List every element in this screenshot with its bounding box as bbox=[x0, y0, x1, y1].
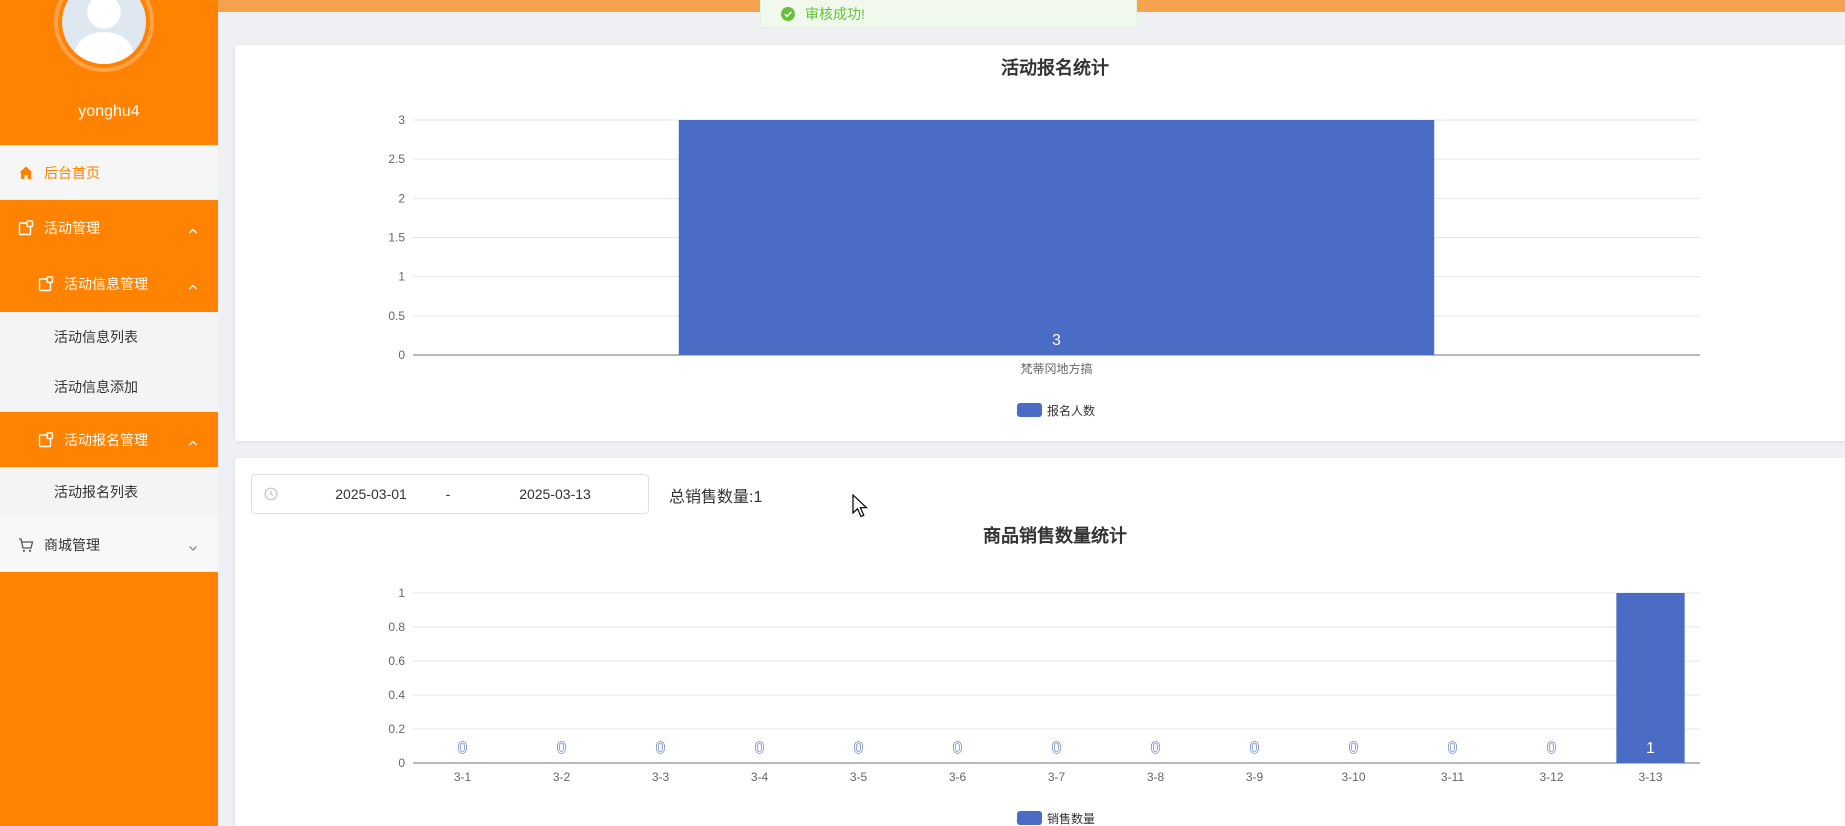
y-tick-label: 0 bbox=[398, 756, 405, 770]
chevron-up-icon bbox=[188, 279, 198, 290]
sidebar-item-home[interactable]: 后台首页 bbox=[0, 145, 218, 200]
total-sales-value: 1 bbox=[753, 489, 763, 506]
sidebar-item-signup-management[interactable]: 活动报名管理 bbox=[0, 412, 218, 467]
total-sales: 总销售数量:1 bbox=[669, 483, 762, 507]
x-tick-label: 3-9 bbox=[1246, 770, 1264, 784]
data-label: 1 bbox=[1646, 740, 1655, 757]
x-tick-label: 3-2 bbox=[553, 770, 571, 784]
sidebar-item-label: 活动信息管理 bbox=[64, 276, 148, 292]
x-tick-label: 3-11 bbox=[1441, 770, 1464, 784]
user-silhouette-icon bbox=[72, 0, 136, 64]
sidebar-item-label: 活动报名管理 bbox=[64, 431, 148, 448]
y-tick-label: 0.8 bbox=[388, 620, 405, 634]
sidebar-item-label: 活动管理 bbox=[44, 220, 100, 236]
date-range-separator: - bbox=[445, 486, 451, 502]
date-range-picker[interactable]: 2025-03-01 - 2025-03-13 bbox=[251, 474, 649, 514]
chart-title: 商品销售数量统计 bbox=[983, 525, 1127, 546]
document-icon bbox=[38, 276, 54, 292]
x-tick-label: 3-6 bbox=[949, 770, 967, 784]
avatar[interactable] bbox=[54, 0, 154, 72]
chart-title: 活动报名统计 bbox=[1001, 57, 1109, 78]
chevron-up-icon bbox=[188, 435, 198, 445]
legend-swatch bbox=[1017, 403, 1042, 417]
data-label: 0 bbox=[557, 740, 566, 757]
sales-stats-card: 商品销售数量统计 0 0.2 0.4 0.6 0.8 1 0 3-1 0 3-2 0 3-3 0 3-4 0 3… bbox=[235, 458, 1845, 826]
x-tick-label: 梵蒂冈地方搞 bbox=[1020, 361, 1092, 376]
data-label: 0 bbox=[458, 740, 467, 757]
data-label: 0 bbox=[1349, 740, 1358, 757]
data-label: 0 bbox=[953, 740, 962, 757]
legend-label: 报名人数 bbox=[1047, 403, 1095, 418]
username: yonghu4 bbox=[78, 103, 140, 120]
legend-swatch bbox=[1017, 811, 1042, 825]
signup-stats-chart: 活动报名统计 0 0.5 1 1.5 2 2.5 3 3 梵蒂冈地方搞报名人数 bbox=[388, 57, 1700, 418]
data-label: 0 bbox=[1250, 740, 1259, 757]
data-label: 0 bbox=[854, 740, 863, 757]
x-tick-label: 3-10 bbox=[1341, 770, 1365, 784]
data-label: 0 bbox=[1151, 740, 1160, 757]
data-label: 0 bbox=[1547, 740, 1556, 757]
y-tick-label: 0.6 bbox=[388, 654, 405, 668]
y-tick-label: 2.5 bbox=[388, 152, 405, 166]
sidebar-item-label: 后台首页 bbox=[44, 164, 100, 181]
y-tick-label: 0.5 bbox=[388, 309, 405, 323]
data-label: 0 bbox=[1448, 740, 1457, 757]
sidebar-item-activity-info-management[interactable]: 活动信息管理 bbox=[0, 256, 218, 312]
start-date-input[interactable]: 2025-03-01 bbox=[316, 486, 426, 502]
x-tick-label: 3-3 bbox=[652, 770, 670, 784]
y-tick-label: 3 bbox=[398, 113, 405, 127]
x-tick-label: 3-5 bbox=[850, 770, 868, 784]
x-tick-label: 3-13 bbox=[1638, 770, 1662, 784]
toast-message: 审核成功! bbox=[805, 5, 865, 22]
chevron-down-icon bbox=[188, 540, 198, 551]
sidebar-item-activity-info-add[interactable]: 活动信息添加 bbox=[0, 362, 218, 412]
end-date-input[interactable]: 2025-03-13 bbox=[500, 486, 610, 502]
success-toast: 审核成功! bbox=[760, 0, 1137, 28]
y-tick-label: 0.4 bbox=[388, 688, 405, 702]
y-tick-label: 1 bbox=[398, 270, 405, 284]
clock-icon bbox=[264, 487, 278, 501]
sidebar-item-activity-management[interactable]: 活动管理 bbox=[0, 200, 218, 256]
x-tick-label: 3-4 bbox=[751, 770, 769, 784]
data-label: 3 bbox=[1052, 332, 1061, 349]
x-tick-label: 3-12 bbox=[1539, 770, 1563, 784]
mouse-cursor-icon bbox=[852, 494, 868, 518]
sidebar-item-mall-management[interactable]: 商城管理 bbox=[0, 517, 218, 572]
data-label: 0 bbox=[1052, 740, 1061, 757]
y-tick-label: 2 bbox=[398, 191, 405, 205]
bar bbox=[678, 120, 1435, 355]
data-label: 0 bbox=[656, 740, 665, 757]
data-label: 0 bbox=[755, 740, 764, 757]
sidebar: yonghu4 后台首页 活动管理 活动信息管理 活动信息列表 活动信息添加 活… bbox=[0, 0, 218, 826]
chevron-up-icon bbox=[188, 223, 198, 234]
signup-stats-card: 活动报名统计 0 0.5 1 1.5 2 2.5 3 3 梵蒂冈地方搞报名人数 bbox=[235, 45, 1845, 441]
sidebar-item-signup-list[interactable]: 活动报名列表 bbox=[0, 467, 218, 517]
sidebar-item-label: 活动信息列表 bbox=[54, 329, 138, 345]
y-tick-label: 0.2 bbox=[388, 722, 405, 736]
cart-icon bbox=[18, 537, 34, 553]
sidebar-item-activity-info-list[interactable]: 活动信息列表 bbox=[0, 312, 218, 362]
bar bbox=[1616, 593, 1685, 763]
x-tick-label: 3-7 bbox=[1048, 770, 1066, 784]
document-icon bbox=[38, 431, 54, 448]
sidebar-item-label: 活动报名列表 bbox=[54, 484, 138, 500]
home-icon bbox=[18, 165, 34, 181]
y-tick-label: 1.5 bbox=[388, 231, 405, 245]
y-tick-label: 1 bbox=[398, 586, 405, 600]
sidebar-item-label: 活动信息添加 bbox=[54, 379, 138, 395]
total-sales-label: 总销售数量: bbox=[669, 489, 754, 506]
x-tick-label: 3-8 bbox=[1147, 770, 1165, 784]
y-tick-label: 0 bbox=[398, 348, 405, 362]
document-icon bbox=[18, 220, 34, 236]
sidebar-item-label: 商城管理 bbox=[44, 536, 100, 553]
check-circle-icon bbox=[781, 6, 795, 21]
x-tick-label: 3-1 bbox=[454, 770, 472, 784]
legend-label: 销售数量 bbox=[1047, 811, 1095, 826]
